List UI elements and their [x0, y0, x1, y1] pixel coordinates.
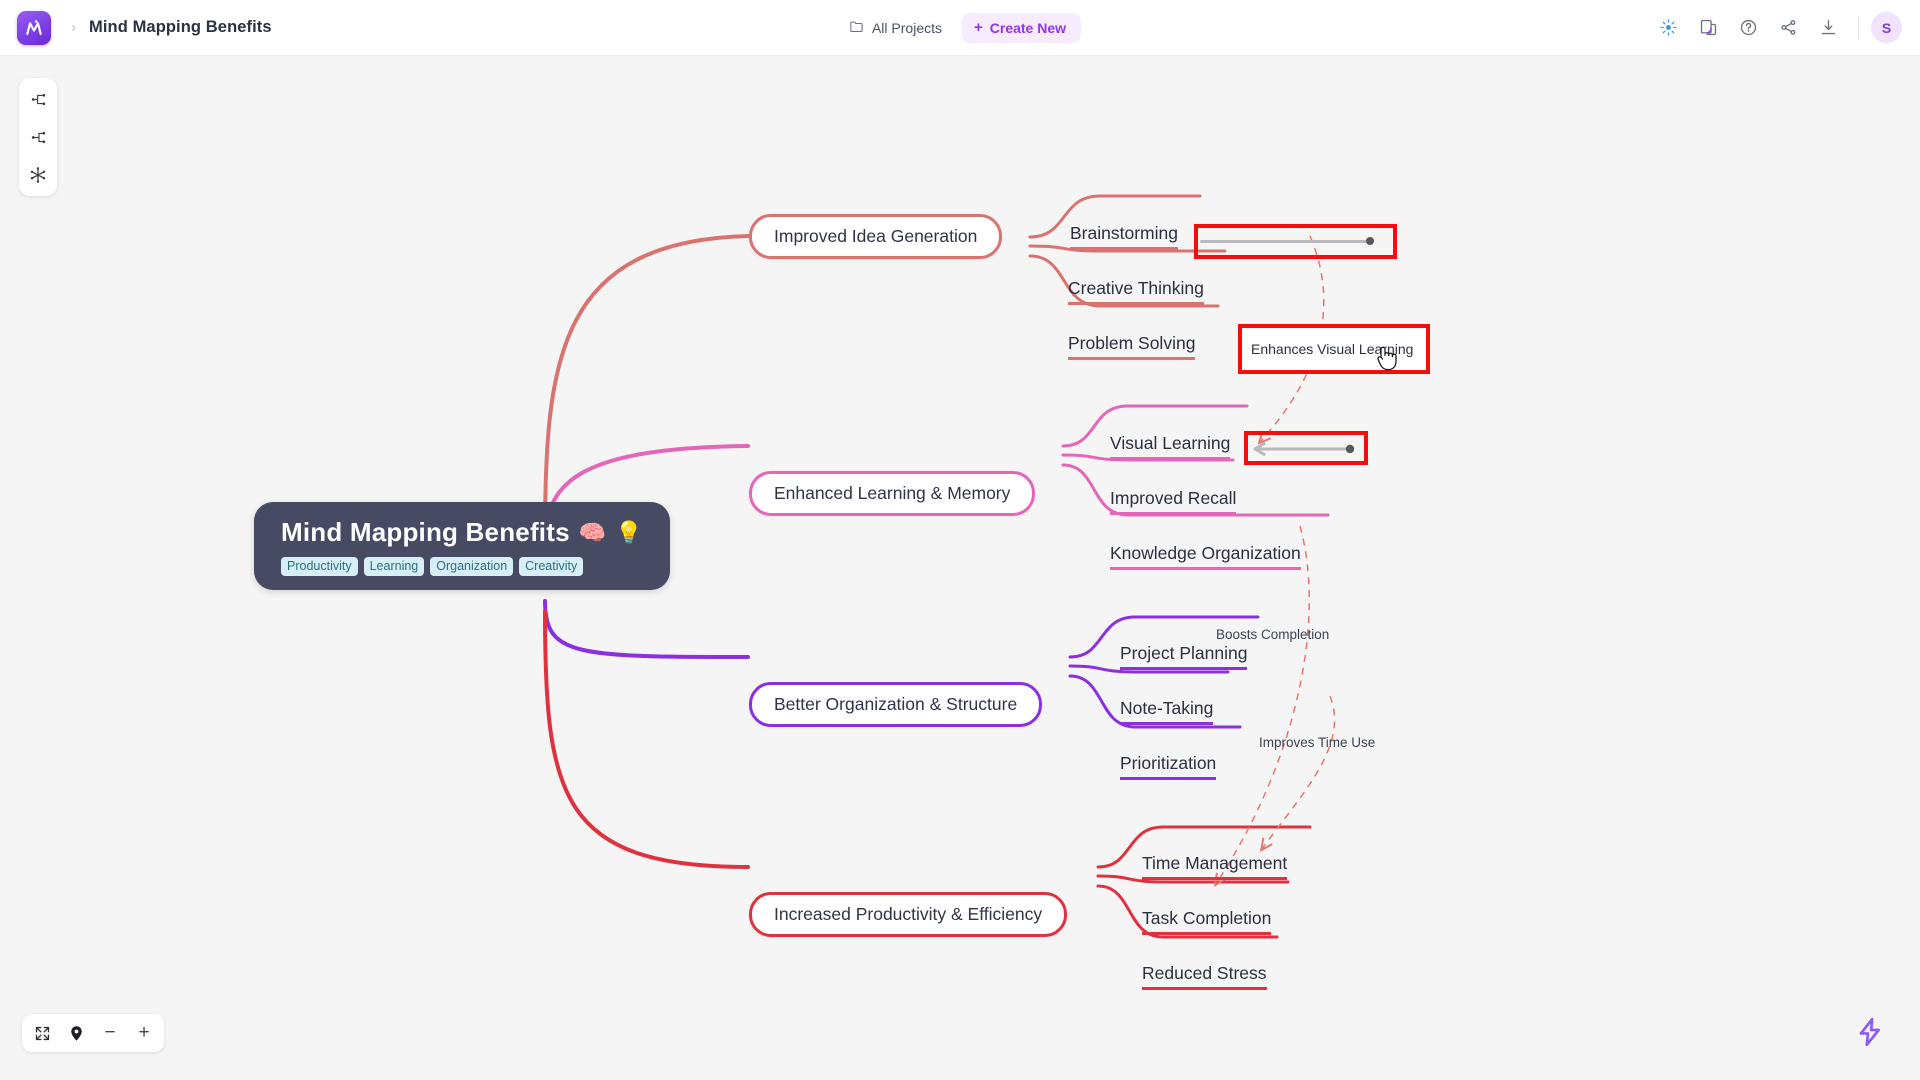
tag-chip[interactable]: Learning	[363, 557, 425, 576]
app-root: › Mind Mapping Benefits All Projects + C…	[0, 0, 1920, 1080]
central-node-label: Mind Mapping Benefits	[281, 517, 570, 547]
branch-node-enhanced-learning-memory[interactable]: Enhanced Learning & Memory	[749, 471, 1036, 516]
tag-chip[interactable]: Productivity	[281, 557, 358, 576]
all-projects-button[interactable]: All Projects	[839, 13, 952, 43]
leaf-node-creative-thinking[interactable]: Creative Thinking	[1068, 278, 1204, 305]
leaf-node-task-completion[interactable]: Task Completion	[1142, 908, 1272, 935]
zoom-out-button[interactable]: −	[100, 1022, 120, 1044]
central-node-title: Mind Mapping Benefits 🧠 💡	[281, 517, 643, 548]
breadcrumb-separator: ›	[71, 19, 76, 36]
header-right-actions: S	[1650, 10, 1902, 46]
leaf-node-visual-learning[interactable]: Visual Learning	[1110, 433, 1231, 460]
fit-to-screen-icon[interactable]	[32, 1022, 52, 1044]
theme-palette-icon[interactable]	[1690, 10, 1726, 46]
connector-arrow-icon	[1253, 442, 1355, 456]
breadcrumb: › Mind Mapping Benefits	[0, 10, 272, 45]
lightning-bolt-icon[interactable]	[1848, 1010, 1892, 1054]
layout-right-tree-icon[interactable]	[23, 84, 53, 114]
branch-node-better-organization-structure[interactable]: Better Organization & Structure	[749, 682, 1043, 727]
visual-learning-connector-arrow[interactable]	[1253, 441, 1361, 457]
create-new-label: Create New	[989, 19, 1067, 36]
all-projects-label: All Projects	[871, 19, 942, 36]
leaf-node-knowledge-organization[interactable]: Knowledge Organization	[1110, 543, 1301, 570]
app-header: › Mind Mapping Benefits All Projects + C…	[0, 0, 1920, 56]
leaf-node-time-management[interactable]: Time Management	[1142, 853, 1288, 880]
relation-label-improves-time-use[interactable]: Improves Time Use	[1259, 735, 1375, 750]
create-new-button[interactable]: + Create New	[962, 12, 1082, 43]
leaf-node-note-taking[interactable]: Note-Taking	[1120, 698, 1214, 725]
mindmap-canvas[interactable]: Mind Mapping Benefits 🧠 💡 Productivity L…	[0, 56, 1920, 1080]
header-center-actions: All Projects + Create New	[839, 12, 1082, 43]
download-icon[interactable]	[1810, 10, 1846, 46]
brain-emoji-icon: 🧠	[578, 519, 607, 545]
app-logo-icon[interactable]	[17, 10, 51, 45]
leaf-node-project-planning[interactable]: Project Planning	[1120, 643, 1248, 670]
layout-toolbar	[19, 78, 57, 196]
brainstorming-connector-handle[interactable]	[1200, 237, 1380, 245]
leaf-node-improved-recall[interactable]: Improved Recall	[1110, 488, 1237, 515]
leaf-node-problem-solving[interactable]: Problem Solving	[1068, 333, 1196, 360]
connector-endpoint-dot[interactable]	[1366, 237, 1374, 245]
ai-sparkle-icon[interactable]	[1650, 10, 1686, 46]
relation-label-enhances-visual-learning[interactable]: Enhances Visual Learning	[1238, 324, 1430, 374]
avatar[interactable]: S	[1871, 12, 1902, 43]
lightbulb-emoji-icon: 💡	[615, 519, 643, 545]
header-divider	[1858, 15, 1859, 40]
connector-track[interactable]	[1200, 239, 1372, 243]
leaf-node-brainstorming[interactable]: Brainstorming	[1070, 223, 1178, 250]
branch-node-improved-idea-generation[interactable]: Improved Idea Generation	[749, 214, 1003, 259]
tag-chip[interactable]: Organization	[430, 557, 514, 576]
layout-left-tree-icon[interactable]	[23, 122, 53, 152]
tag-chip[interactable]: Creativity	[519, 557, 584, 576]
branch-node-increased-productivity-efficiency[interactable]: Increased Productivity & Efficiency	[749, 892, 1068, 937]
center-marker-icon[interactable]	[66, 1022, 86, 1044]
leaf-node-prioritization[interactable]: Prioritization	[1120, 753, 1217, 780]
central-node-tags: Productivity Learning Organization Creat…	[281, 557, 643, 576]
plus-icon: +	[974, 19, 983, 36]
zoom-toolbar: − +	[22, 1014, 164, 1052]
folder-icon	[849, 19, 864, 37]
central-node[interactable]: Mind Mapping Benefits 🧠 💡 Productivity L…	[254, 502, 670, 590]
help-circle-icon[interactable]	[1730, 10, 1766, 46]
relation-label-text: Enhances Visual Learning	[1251, 341, 1414, 357]
share-icon[interactable]	[1770, 10, 1806, 46]
leaf-node-reduced-stress[interactable]: Reduced Stress	[1142, 963, 1267, 990]
relation-label-boosts-completion[interactable]: Boosts Completion	[1216, 627, 1329, 642]
zoom-in-button[interactable]: +	[134, 1022, 154, 1044]
page-title: Mind Mapping Benefits	[89, 18, 272, 36]
layout-radial-icon[interactable]	[23, 160, 53, 190]
